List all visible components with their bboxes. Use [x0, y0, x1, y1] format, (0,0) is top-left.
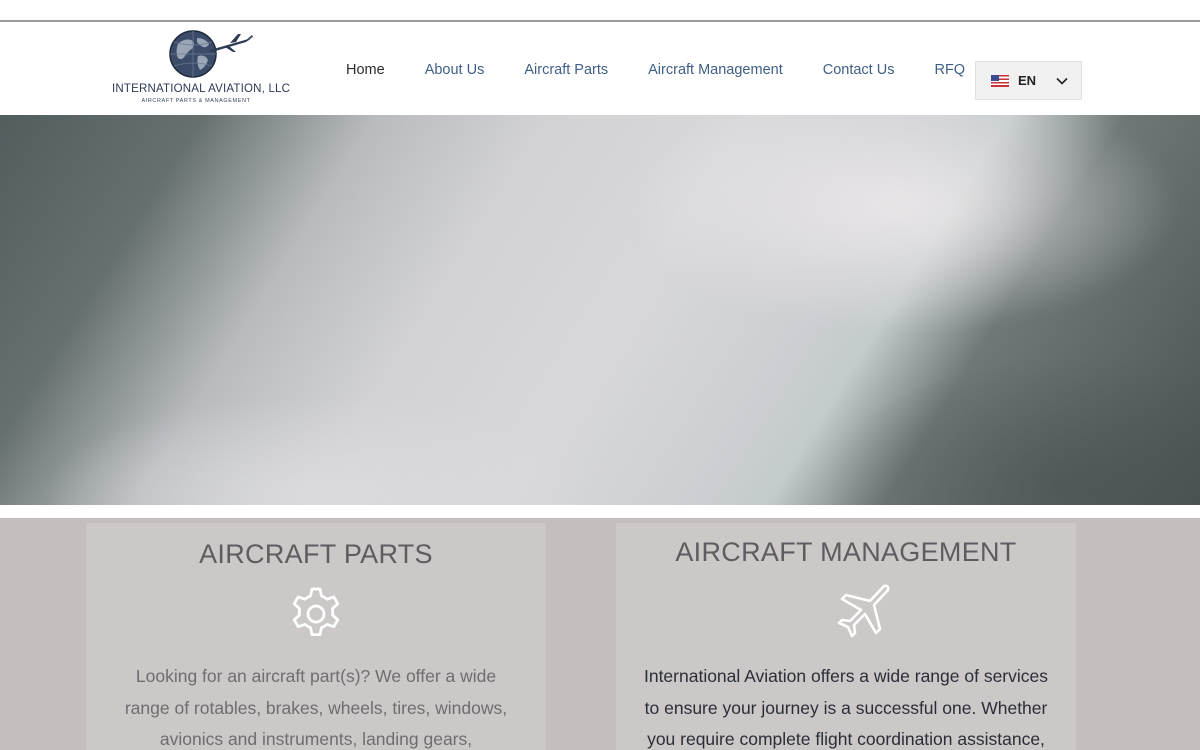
us-flag-icon [991, 74, 1009, 87]
hero-banner-image [0, 115, 1200, 505]
logo-subtitle: AIRCRAFT PARTS & MANAGEMENT [141, 98, 251, 104]
nav-aircraft-management[interactable]: Aircraft Management [628, 62, 803, 78]
language-label: EN [1018, 73, 1037, 88]
aircraft-management-card: AIRCRAFT MANAGEMENT International Aviati… [616, 523, 1076, 750]
aircraft-management-description: International Aviation offers a wide ran… [643, 666, 1049, 749]
gear-icon [292, 587, 340, 636]
aircraft-parts-title: AIRCRAFT PARTS [199, 539, 433, 569]
language-selector[interactable]: EN [975, 61, 1082, 100]
nav-home[interactable]: Home [326, 62, 405, 78]
chevron-down-icon [1056, 77, 1068, 85]
airplane-icon [837, 584, 890, 638]
aircraft-management-title: AIRCRAFT MANAGEMENT [675, 537, 1017, 567]
section-divider [0, 505, 1200, 518]
nav-aircraft-parts[interactable]: Aircraft Parts [504, 62, 628, 78]
globe-airplane-logo-icon [169, 30, 253, 78]
company-logo[interactable]: INTERNATIONAL AVIATION, LLC AIRCRAFT PAR… [112, 28, 291, 108]
aircraft-parts-card: AIRCRAFT PARTS Looking for an aircraft p… [86, 523, 546, 750]
top-bar [0, 0, 1200, 22]
services-section: AIRCRAFT PARTS Looking for an aircraft p… [0, 518, 1200, 750]
aircraft-parts-description: Looking for an aircraft part(s)? We offe… [124, 666, 508, 749]
main-navigation: Home About Us Aircraft Parts Aircraft Ma… [326, 24, 985, 115]
logo-title: INTERNATIONAL AVIATION, LLC [112, 83, 291, 95]
nav-about-us[interactable]: About Us [405, 62, 505, 78]
site-header: INTERNATIONAL AVIATION, LLC AIRCRAFT PAR… [0, 24, 1200, 115]
nav-contact-us[interactable]: Contact Us [803, 62, 915, 78]
